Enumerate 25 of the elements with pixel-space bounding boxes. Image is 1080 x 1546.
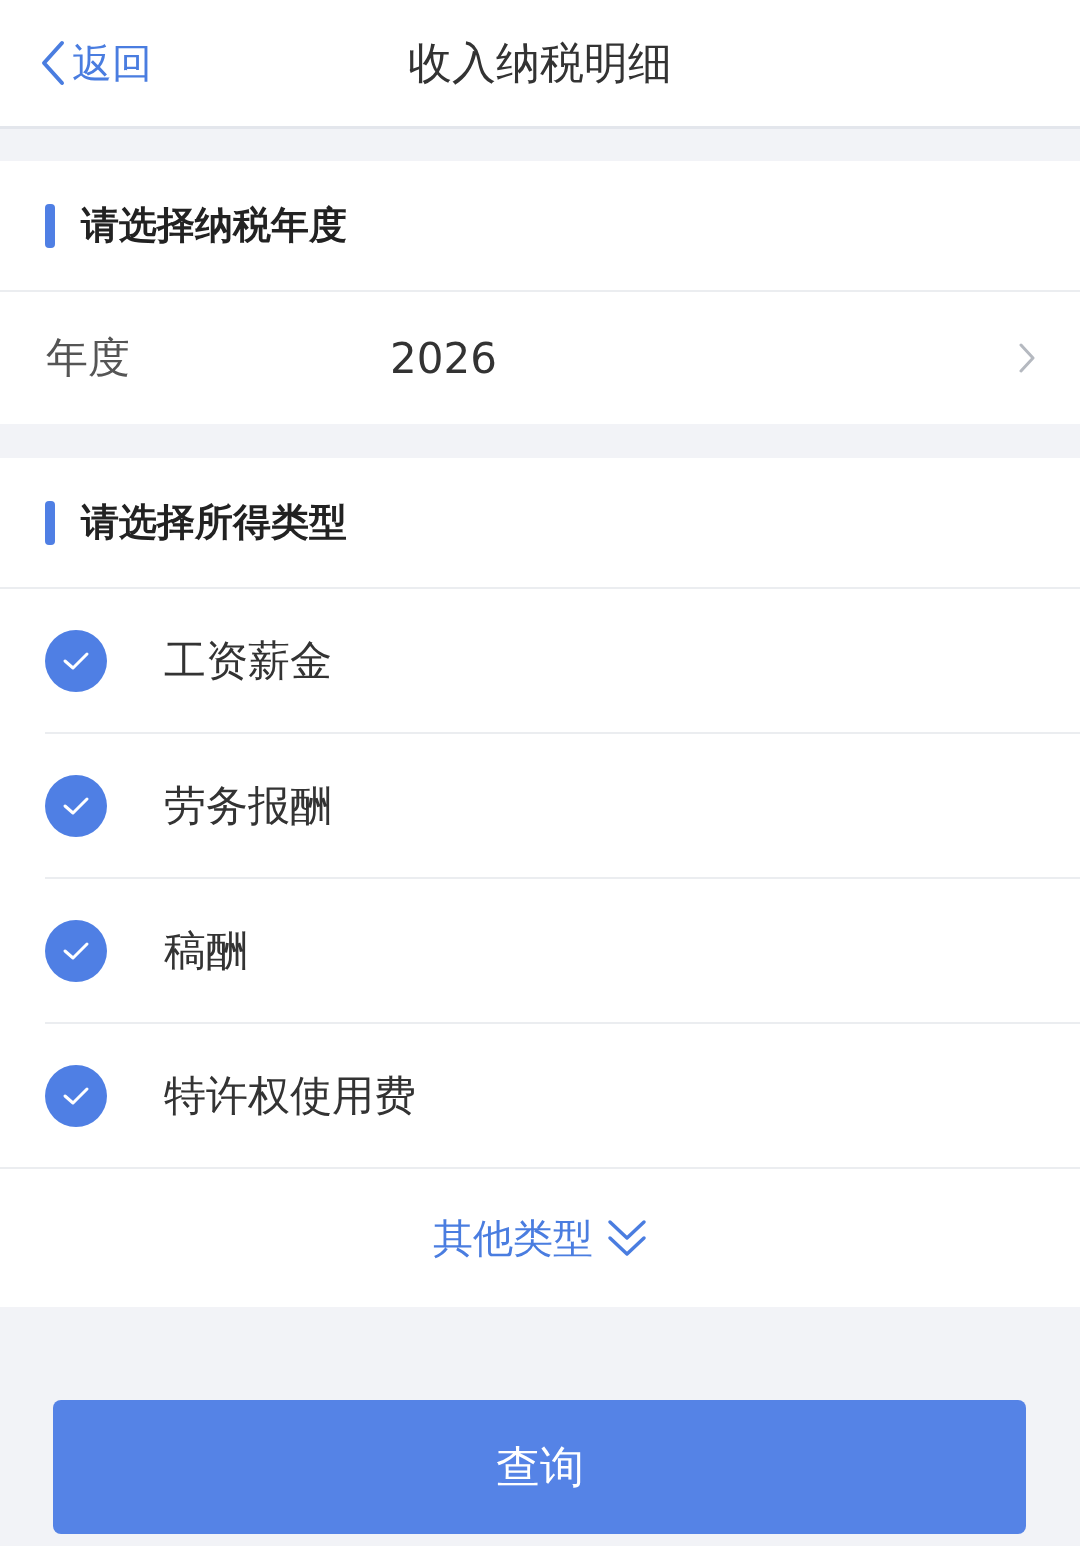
accent-bar <box>45 500 55 545</box>
year-row[interactable]: 年度 2026 <box>0 292 1080 424</box>
query-button[interactable]: 查询 <box>53 1400 1026 1534</box>
accent-bar <box>45 203 55 248</box>
option-label: 特许权使用费 <box>164 1069 416 1122</box>
section-title: 请选择所得类型 <box>81 499 347 546</box>
checkmark-icon <box>62 940 90 961</box>
back-chevron-icon <box>40 40 66 86</box>
checkmark-icon <box>62 1085 90 1106</box>
more-types-button[interactable]: 其他类型 <box>433 1210 647 1266</box>
page-title: 收入纳税明细 <box>408 35 672 90</box>
chevron-right-icon <box>1019 343 1035 373</box>
double-chevron-down-icon <box>607 1218 647 1258</box>
year-value: 2026 <box>390 333 498 383</box>
year-label: 年度 <box>46 332 131 384</box>
option-label: 稿酬 <box>164 924 248 977</box>
type-option[interactable]: 稿酬 <box>45 879 1080 1024</box>
checkmark-icon <box>62 795 90 816</box>
checkmark-icon <box>62 650 90 671</box>
option-label: 劳务报酬 <box>164 779 332 832</box>
option-label: 工资薪金 <box>164 634 332 687</box>
type-option[interactable]: 劳务报酬 <box>45 734 1080 879</box>
type-option[interactable]: 工资薪金 <box>45 589 1080 734</box>
back-button[interactable]: 返回 <box>40 35 152 91</box>
section-title: 请选择纳税年度 <box>81 202 347 249</box>
